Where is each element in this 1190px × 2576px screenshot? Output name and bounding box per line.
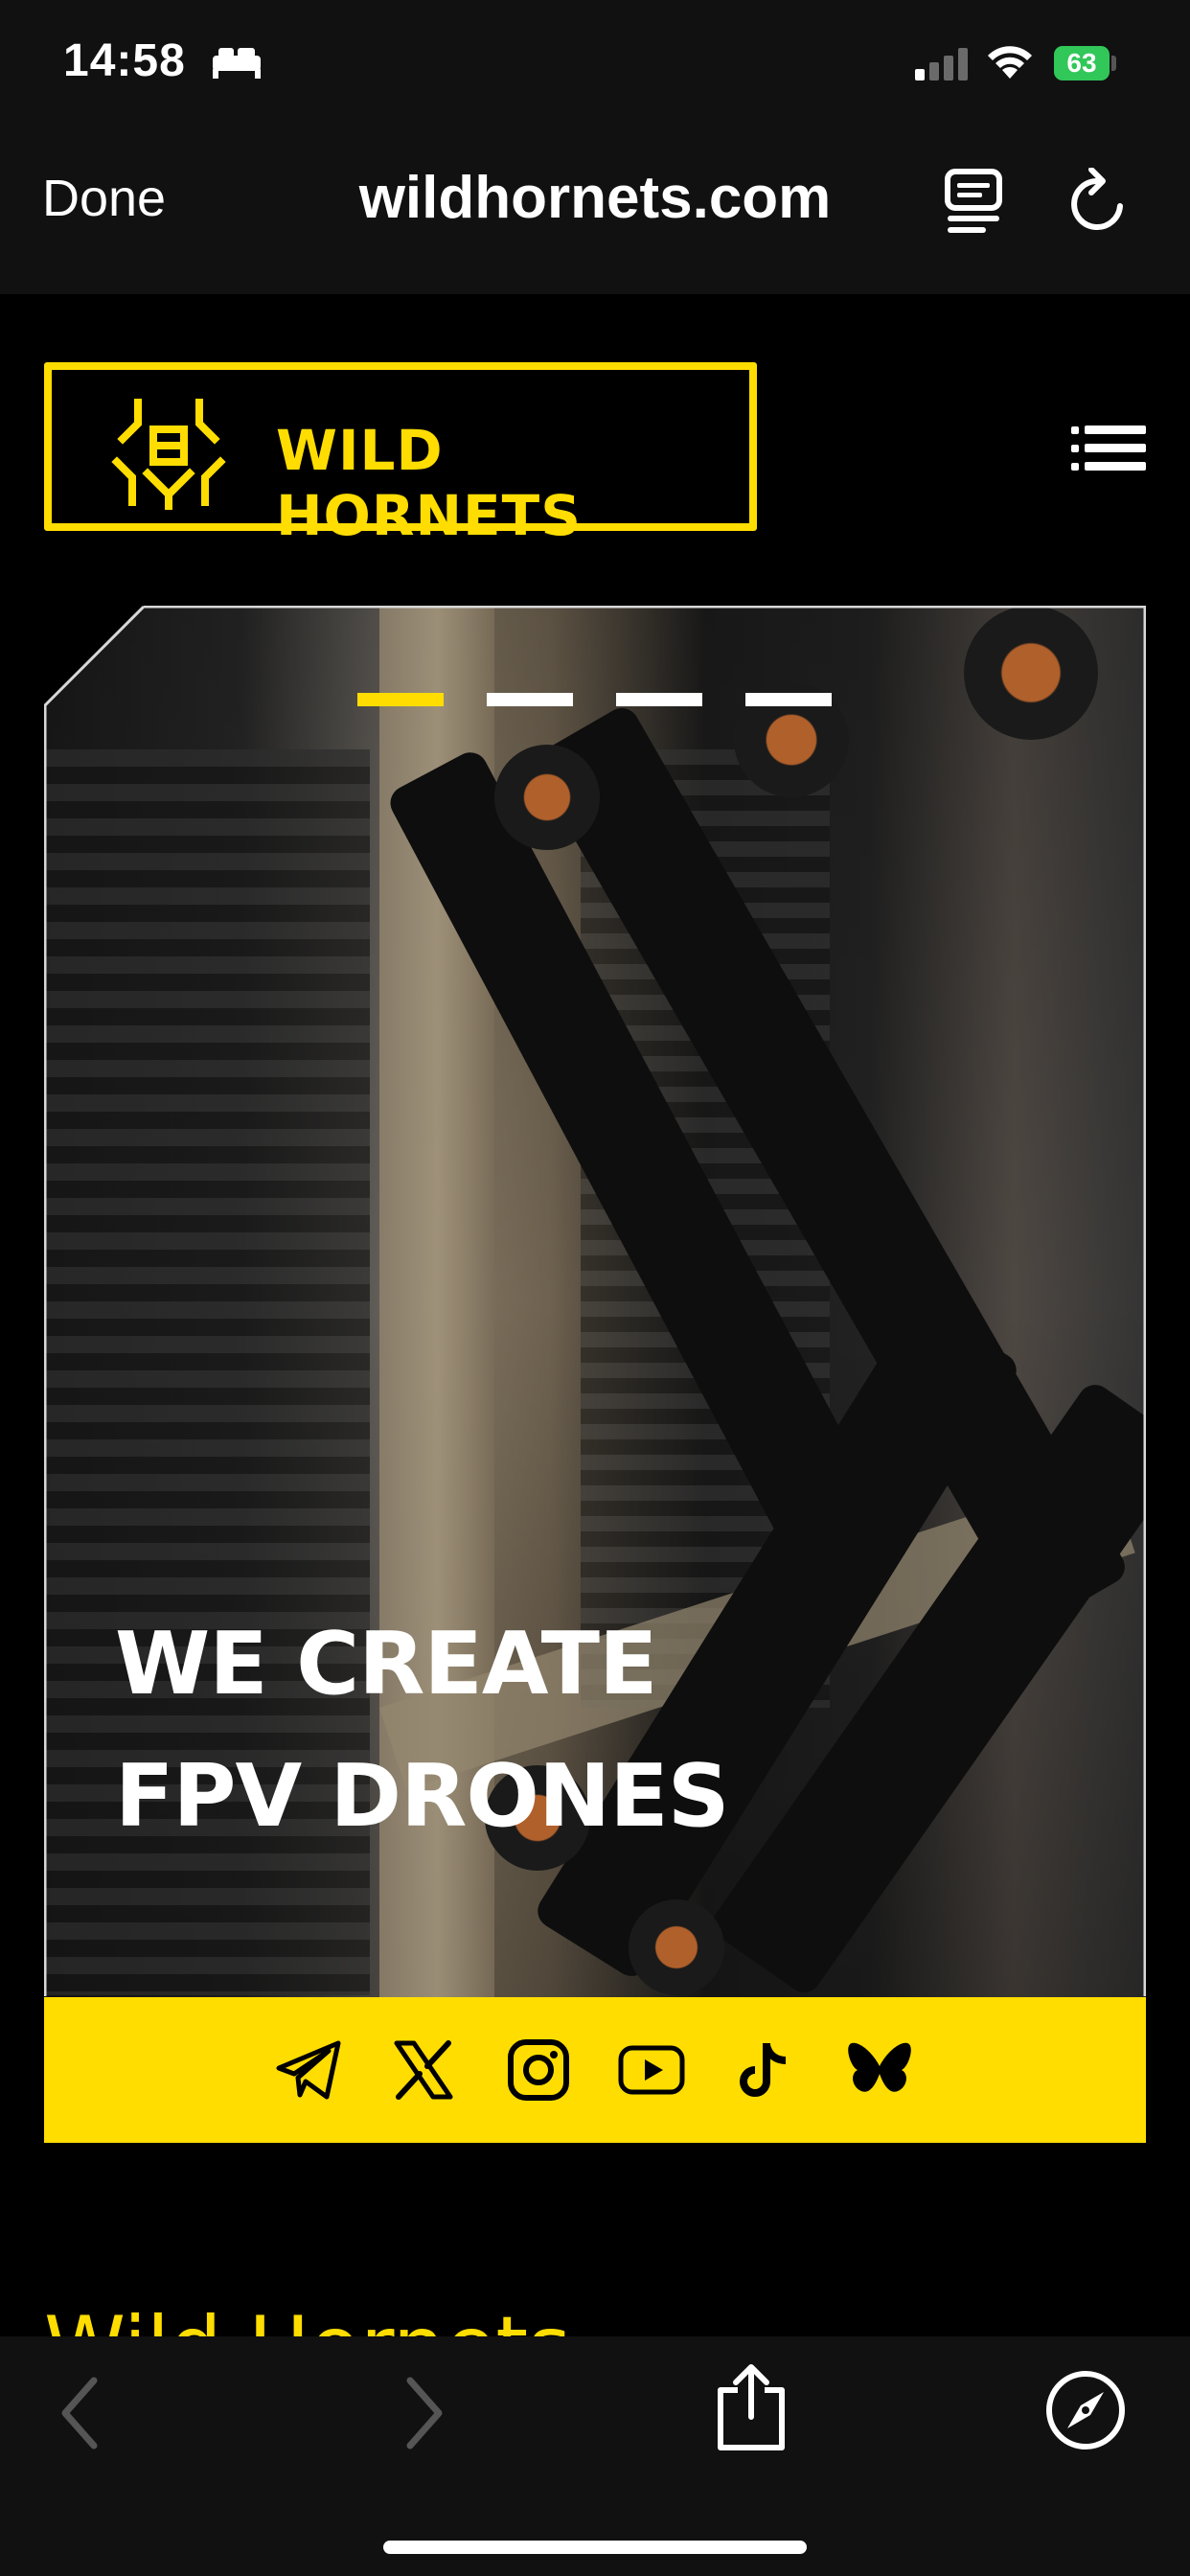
status-bar: 14:58 63 bbox=[0, 0, 1190, 129]
site-logo[interactable]: WILD HORNETS bbox=[44, 362, 757, 548]
bluesky-link[interactable] bbox=[845, 2036, 914, 2104]
done-button[interactable]: Done bbox=[42, 169, 166, 228]
home-indicator[interactable] bbox=[383, 2541, 807, 2554]
bluesky-icon bbox=[848, 2042, 911, 2092]
share-icon[interactable] bbox=[713, 2361, 790, 2453]
hornet-logo-icon bbox=[111, 399, 226, 510]
logo-text: WILD HORNETS bbox=[276, 418, 583, 548]
wifi-icon bbox=[988, 46, 1032, 79]
x-link[interactable] bbox=[389, 2036, 458, 2104]
youtube-icon bbox=[618, 2045, 685, 2095]
reload-icon[interactable] bbox=[1068, 168, 1130, 235]
slide-indicator-4[interactable] bbox=[745, 693, 832, 706]
tiktok-link[interactable] bbox=[730, 2036, 799, 2104]
hero-headline-line2: FPV DRONES bbox=[115, 1746, 730, 1847]
instagram-icon bbox=[508, 2039, 569, 2101]
telegram-link[interactable] bbox=[274, 2036, 343, 2104]
x-icon bbox=[394, 2040, 453, 2100]
slide-indicator-3[interactable] bbox=[616, 693, 702, 706]
hamburger-menu-icon[interactable] bbox=[1071, 425, 1148, 474]
reader-view-icon[interactable] bbox=[944, 168, 1005, 235]
telegram-icon bbox=[276, 2040, 341, 2100]
instagram-link[interactable] bbox=[504, 2036, 573, 2104]
youtube-link[interactable] bbox=[617, 2036, 686, 2104]
compass-icon[interactable] bbox=[1044, 2369, 1127, 2451]
cellular-signal-icon bbox=[915, 48, 968, 80]
browser-top-bar: Done wildhornets.com bbox=[0, 129, 1190, 294]
sleep-focus-icon bbox=[213, 48, 261, 79]
hero-headline-line1: WE CREATE bbox=[115, 1614, 657, 1714]
back-icon[interactable] bbox=[56, 2375, 103, 2451]
url-title[interactable]: wildhornets.com bbox=[287, 164, 903, 232]
section-heading: Wild Hornets bbox=[44, 2300, 571, 2336]
social-links-bar bbox=[44, 1997, 1146, 2143]
status-time: 14:58 bbox=[63, 35, 186, 86]
battery-icon: 63 bbox=[1054, 46, 1121, 80]
forward-icon[interactable] bbox=[400, 2375, 448, 2451]
tiktok-icon bbox=[740, 2043, 787, 2097]
hero-headline: WE CREATE FPV DRONES bbox=[115, 1598, 730, 1863]
slide-indicator-1[interactable] bbox=[357, 693, 444, 706]
battery-level: 63 bbox=[1066, 48, 1097, 78]
slide-indicator-2[interactable] bbox=[487, 693, 573, 706]
